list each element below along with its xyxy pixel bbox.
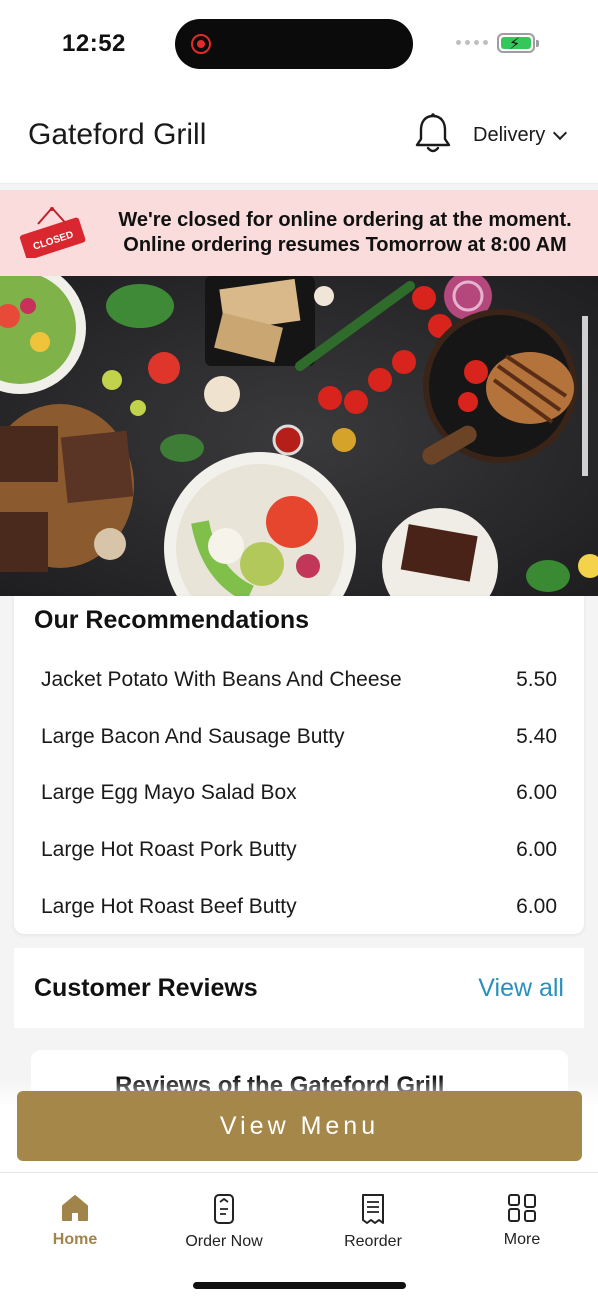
- nav-more-label: More: [503, 1231, 541, 1248]
- screen-record-icon: [191, 34, 211, 54]
- delivery-mode-label: Delivery: [473, 124, 546, 146]
- home-icon: [62, 1195, 88, 1221]
- nav-order-now[interactable]: Order Now: [164, 1193, 284, 1251]
- battery-charging-icon: ⚡: [497, 33, 539, 53]
- status-bar: 12:52 ⚡: [0, 0, 598, 92]
- closed-banner: CLOSED We're closed for online ordering …: [0, 190, 598, 276]
- receipt-icon: [362, 1194, 384, 1224]
- nav-order-now-label: Order Now: [185, 1233, 263, 1250]
- item-price: 6.00: [516, 894, 557, 918]
- item-name: Jacket Potato With Beans And Cheese: [41, 668, 402, 692]
- status-time: 12:52: [62, 30, 126, 57]
- closed-sign-icon: CLOSED: [19, 207, 86, 258]
- nav-reorder[interactable]: Reorder: [313, 1193, 433, 1251]
- customer-reviews-header: Customer Reviews View all: [14, 948, 584, 1028]
- view-all-reviews-link[interactable]: View all: [478, 974, 564, 1003]
- recommendation-item[interactable]: Jacket Potato With Beans And Cheese 5.50: [41, 652, 557, 709]
- recommendations-title: Our Recommendations: [34, 606, 310, 634]
- delivery-mode-dropdown[interactable]: Delivery: [473, 124, 568, 147]
- item-price: 6.00: [516, 838, 557, 862]
- grid-icon: [508, 1194, 536, 1222]
- closed-message-line1: We're closed for online ordering at the …: [118, 209, 572, 231]
- item-price: 6.00: [516, 781, 557, 805]
- closed-message: We're closed for online ordering at the …: [100, 208, 590, 258]
- recommendation-item[interactable]: Large Hot Roast Pork Butty 6.00: [41, 822, 557, 879]
- signal-icon: [456, 40, 488, 45]
- item-name: Large Hot Roast Beef Butty: [41, 894, 297, 918]
- dynamic-island: [175, 19, 413, 69]
- item-price: 5.50: [516, 668, 557, 692]
- nav-home[interactable]: Home: [15, 1193, 135, 1249]
- recommendations-card: Our Recommendations Jacket Potato With B…: [14, 596, 584, 934]
- hero-food-image: [0, 276, 598, 596]
- closed-message-line2: Online ordering resumes Tomorrow at 8:00…: [123, 234, 567, 256]
- food-spread-illustration: [0, 276, 598, 596]
- app-header: Gateford Grill Delivery: [0, 92, 598, 184]
- item-price: 5.40: [516, 724, 557, 748]
- home-indicator: [193, 1282, 406, 1289]
- recommendation-item[interactable]: Large Egg Mayo Salad Box 6.00: [41, 765, 557, 822]
- recommendation-item[interactable]: Large Bacon And Sausage Butty 5.40: [41, 709, 557, 766]
- phone-order-icon: [214, 1194, 234, 1224]
- nav-reorder-label: Reorder: [344, 1233, 402, 1250]
- bell-icon[interactable]: [414, 112, 452, 156]
- nav-home-label: Home: [52, 1231, 98, 1248]
- item-name: Large Egg Mayo Salad Box: [41, 781, 297, 805]
- recommendation-item[interactable]: Large Hot Roast Beef Butty 6.00: [41, 878, 557, 935]
- recommendations-list: Jacket Potato With Beans And Cheese 5.50…: [41, 652, 557, 935]
- view-menu-button[interactable]: View Menu: [17, 1091, 582, 1161]
- nav-more[interactable]: More: [462, 1193, 582, 1249]
- item-name: Large Bacon And Sausage Butty: [41, 724, 345, 748]
- restaurant-title: Gateford Grill: [28, 118, 207, 151]
- item-name: Large Hot Roast Pork Butty: [41, 838, 297, 862]
- bottom-navigation: Home Order Now Reorder More: [0, 1172, 598, 1300]
- reviews-title: Customer Reviews: [34, 974, 258, 1002]
- chevron-down-icon: [553, 125, 568, 140]
